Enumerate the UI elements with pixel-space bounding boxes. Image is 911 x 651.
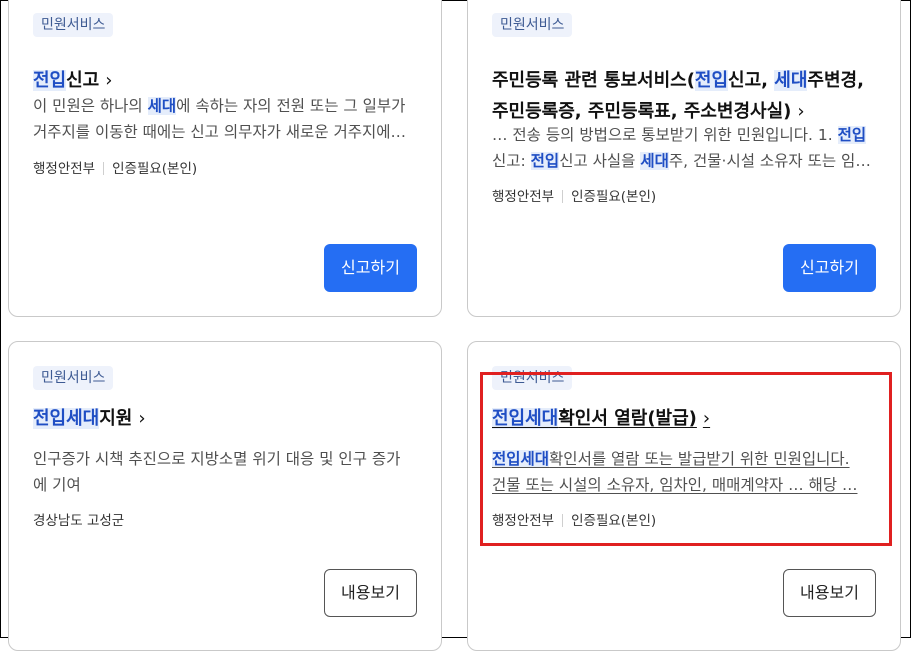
search-highlight: 세대 — [640, 152, 669, 170]
card-description: 인구증가 시책 추진으로 지방소멸 위기 대응 및 인구 증가에 기여 — [33, 446, 413, 498]
view-details-button[interactable]: 내용보기 — [783, 569, 876, 617]
description-text: … 전송 등의 방법으로 통보받기 위한 민원입니다. 1. — [492, 126, 838, 144]
title-text: 주민등록 관련 통보서비스( — [492, 70, 695, 91]
meta-divider — [562, 190, 564, 203]
card-meta: 행정안전부 인증필요(본인) — [492, 511, 656, 531]
report-button[interactable]: 신고하기 — [324, 244, 417, 292]
card-description: 전입세대확인서를 열람 또는 발급받기 위한 민원입니다. 건물 또는 시설의 소… — [492, 446, 872, 498]
description-text: 신고: — [492, 152, 531, 170]
search-highlight: 세대 — [774, 70, 808, 91]
description-line: 건물 또는 시설의 소유자, 임차인, 매매계약자 … 해당 … — [492, 472, 872, 498]
title-text: 신고 — [66, 70, 100, 91]
description-text: 확인서를 열람 또는 발급받기 위한 민원입니다. — [549, 450, 850, 468]
category-tag: 민원서비스 — [33, 366, 114, 390]
description-text: 거주지를 이동한 때에는 신고 의무자가 새로운 거주지에… — [33, 123, 407, 141]
card-description: … 전송 등의 방법으로 통보받기 위한 민원입니다. 1. 전입 신고: 전입신… — [492, 122, 872, 174]
description-text: 주, 건물·시설 소유자 또는 임… — [668, 152, 871, 170]
description-line: 이 민원은 하나의 세대에 속하는 자의 전원 또는 그 일부가 — [33, 93, 413, 119]
auth-requirement: 인증필요(본인) — [571, 513, 657, 529]
agency-name: 행정안전부 — [492, 189, 555, 205]
card-title-link[interactable]: 전입신고 › — [33, 65, 421, 96]
description-line: 거주지를 이동한 때에는 신고 의무자가 새로운 거주지에… — [33, 119, 413, 145]
search-highlight: 전입 — [530, 152, 560, 170]
card-title-link[interactable]: 주민등록 관련 통보서비스(전입신고, 세대주변경, 주민등록증, 주민등록표,… — [492, 65, 880, 127]
agency-name: 경상남도 고성군 — [33, 513, 125, 529]
description-line: 전입세대확인서를 열람 또는 발급받기 위한 민원입니다. — [492, 446, 872, 472]
chevron-right-icon: › — [797, 101, 805, 122]
agency-name: 행정안전부 — [492, 513, 555, 529]
report-button[interactable]: 신고하기 — [783, 244, 876, 292]
search-highlight: 전입 — [33, 70, 67, 91]
card-description: 이 민원은 하나의 세대에 속하는 자의 전원 또는 그 일부가거주지를 이동한… — [33, 93, 413, 145]
description-line: 신고: 전입신고 사실을 세대주, 건물·시설 소유자 또는 임… — [492, 148, 872, 174]
description-text: 신고 사실을 — [559, 152, 641, 170]
card-meta: 행정안전부 인증필요(본인) — [492, 187, 656, 207]
title-text: 확인서 열람(발급) — [558, 408, 697, 429]
description-line: 에 기여 — [33, 472, 413, 498]
agency-name: 행정안전부 — [33, 161, 96, 177]
chevron-right-icon: › — [138, 408, 146, 429]
view-details-button[interactable]: 내용보기 — [324, 569, 417, 617]
description-line: … 전송 등의 방법으로 통보받기 위한 민원입니다. 1. 전입 — [492, 122, 872, 148]
meta-divider — [562, 514, 564, 527]
title-text: 지원 — [99, 408, 133, 429]
meta-divider — [103, 162, 105, 175]
chevron-right-icon: › — [105, 70, 113, 91]
category-tag: 민원서비스 — [33, 13, 114, 37]
search-highlight: 세대 — [147, 97, 177, 115]
title-text: 신고, — [728, 70, 775, 91]
description-text: 에 속하는 자의 전원 또는 그 일부가 — [176, 97, 406, 115]
auth-requirement: 인증필요(본인) — [112, 161, 198, 177]
card-meta: 행정안전부 인증필요(본인) — [33, 159, 197, 179]
card-title-link[interactable]: 전입세대지원 › — [33, 403, 421, 434]
description-text: 이 민원은 하나의 — [33, 97, 148, 115]
search-highlight: 전입세대 — [492, 408, 559, 429]
category-tag: 민원서비스 — [492, 13, 573, 37]
service-card-household-support: 민원서비스 전입세대지원 › 인구증가 시책 추진으로 지방소멸 위기 대응 및 … — [8, 341, 442, 651]
search-highlight: 전입 — [837, 126, 867, 144]
service-card-household-certificate: 민원서비스 전입세대확인서 열람(발급) › 전입세대확인서를 열람 또는 발급받… — [467, 341, 901, 651]
service-card-jeonip-report: 민원서비스 전입신고 › 이 민원은 하나의 세대에 속하는 자의 전원 또는 그… — [8, 0, 442, 317]
search-highlight: 전입세대 — [492, 450, 550, 468]
search-highlight: 전입 — [694, 70, 729, 91]
search-highlight: 전입세대 — [33, 408, 100, 429]
card-meta: 경상남도 고성군 — [33, 511, 124, 531]
auth-requirement: 인증필요(본인) — [571, 189, 657, 205]
card-title-link[interactable]: 전입세대확인서 열람(발급) › — [492, 403, 880, 434]
category-tag: 민원서비스 — [492, 366, 573, 390]
chevron-right-icon: › — [702, 408, 711, 429]
description-text: 에 기여 — [33, 476, 81, 494]
description-text: 인구증가 시책 추진으로 지방소멸 위기 대응 및 인구 증가 — [33, 450, 401, 468]
description-text: 건물 또는 시설의 소유자, 임차인, 매매계약자 … 해당 … — [492, 476, 858, 494]
description-line: 인구증가 시책 추진으로 지방소멸 위기 대응 및 인구 증가 — [33, 446, 413, 472]
service-card-notification: 민원서비스 주민등록 관련 통보서비스(전입신고, 세대주변경, 주민등록증, … — [467, 0, 901, 317]
